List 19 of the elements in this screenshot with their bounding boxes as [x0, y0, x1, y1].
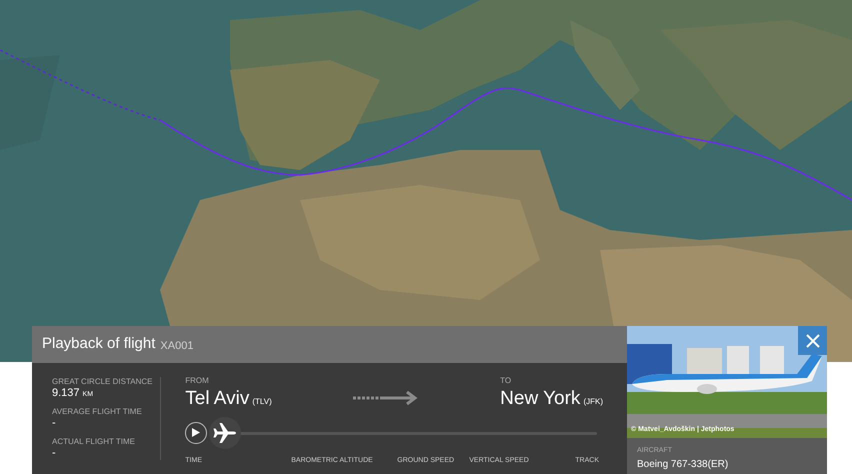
progress-thumb[interactable]	[209, 416, 242, 448]
destination-code: (JFK)	[583, 396, 603, 408]
destination-city: New York	[500, 386, 580, 410]
origin-code: (TLV)	[252, 396, 272, 408]
airplane-icon	[213, 422, 238, 444]
stat-label: AVERAGE FLIGHT TIME	[52, 407, 143, 417]
from-label: FROM	[185, 374, 210, 386]
stat-label: GREAT CIRCLE DISTANCE	[52, 376, 154, 386]
origin-city: Tel Aviv	[185, 386, 250, 410]
aircraft-model: Boeing 767-338(ER)	[637, 458, 730, 472]
play-button[interactable]	[185, 422, 208, 444]
stat-value: 9.137	[52, 386, 80, 400]
stat-value: -	[52, 447, 56, 460]
play-icon	[192, 428, 200, 437]
to-label: TO	[500, 374, 512, 386]
stat-label: ACTUAL FLIGHT TIME	[52, 437, 136, 447]
progress-slider[interactable]	[209, 416, 597, 448]
route-arrow-icon	[352, 390, 419, 404]
stat-value: -	[52, 417, 56, 430]
